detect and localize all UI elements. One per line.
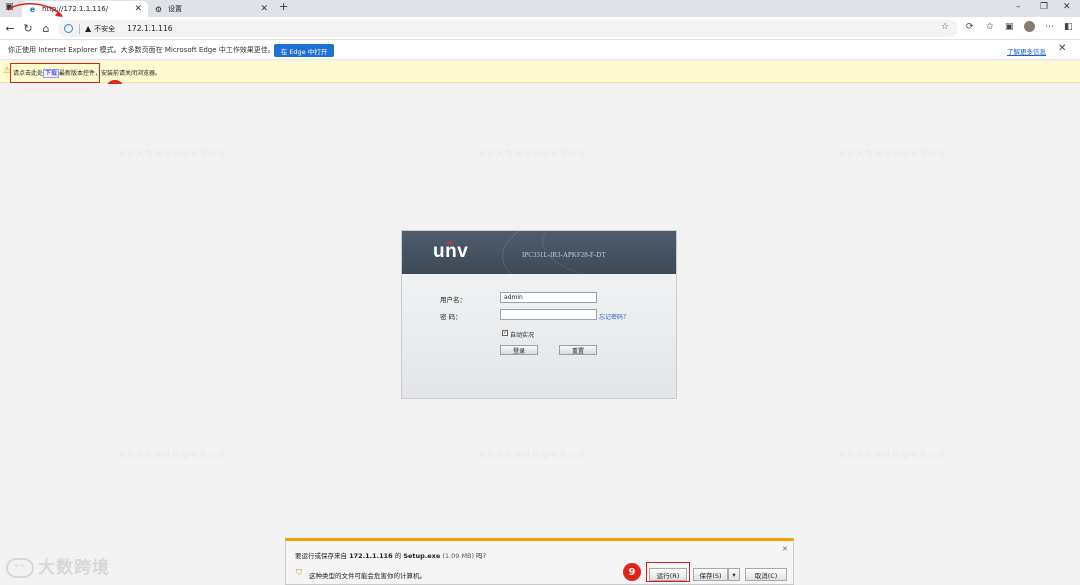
watermark: 北京大数跨境科技有限公司	[478, 451, 586, 460]
annotation-arrow	[7, 2, 63, 17]
download-question: 要运行或保存来自 172.1.1.116 的 Setup.exe (1.09 M…	[295, 550, 486, 560]
download-bar: 要运行或保存来自 172.1.1.116 的 Setup.exe (1.09 M…	[285, 538, 794, 585]
login-form: 用户名： admin 密 码： 忘记密码？ ✓ 自动实况 登录 重置	[402, 274, 676, 398]
question-suffix: 吗?	[476, 552, 487, 560]
learn-more-link[interactable]: 了解更多信息	[1007, 46, 1046, 56]
download-warning: 这种类型的文件可能会危害你的计算机。	[309, 572, 426, 580]
login-button[interactable]: 登录	[500, 345, 538, 355]
login-header: unv IPC331L-IR3-APKF28-F-DT	[402, 231, 676, 274]
brand-text: 大数跨境	[38, 558, 110, 578]
cancel-button[interactable]: 取消(C)	[745, 568, 787, 581]
save-button[interactable]: 保存(S)	[693, 568, 728, 581]
password-label: 密 码：	[440, 313, 462, 321]
device-model: IPC331L-IR3-APKF28-F-DT	[522, 251, 606, 259]
ie-notice-text: 你正使用 Internet Explorer 模式。大多数页面在 Microso…	[8, 46, 275, 54]
username-label: 用户名：	[440, 296, 466, 304]
username-input[interactable]: admin	[500, 292, 597, 303]
auto-live-label: 自动实况	[510, 332, 535, 339]
download-size: (1.09 MB)	[442, 552, 475, 560]
watermark: 北京大数跨境科技有限公司	[118, 149, 226, 158]
question-mid: 的	[394, 552, 402, 560]
unv-logo: unv	[433, 241, 469, 262]
close-icon[interactable]: ✕	[1058, 43, 1066, 54]
watermark: 北京大数跨境科技有限公司	[838, 451, 946, 460]
open-in-edge-button[interactable]: 在 Edge 中打开	[274, 44, 334, 57]
brand-watermark: ᵒᵒ 大数跨境	[6, 553, 110, 578]
download-host: 172.1.1.116	[349, 552, 393, 560]
close-icon[interactable]: ✕	[782, 545, 788, 553]
shield-warning-icon: ⛉	[296, 568, 302, 577]
reset-button[interactable]: 重置	[559, 345, 597, 355]
save-options-dropdown[interactable]: ▾	[728, 568, 740, 581]
forgot-password-link[interactable]: 忘记密码？	[599, 312, 629, 321]
step-marker-9: 9	[623, 563, 641, 581]
watermark: 北京大数跨境科技有限公司	[838, 149, 946, 158]
logo-accent	[447, 242, 452, 244]
plugin-notice: ⚠ 请点击此处 下载 最新版本控件，安装前请关闭浏览器。	[0, 61, 1080, 83]
auto-live-checkbox[interactable]: ✓	[502, 330, 508, 336]
watermark: 北京大数跨境科技有限公司	[478, 149, 586, 158]
annotation-box	[646, 562, 690, 582]
login-panel: unv IPC331L-IR3-APKF28-F-DT 用户名： admin 密…	[401, 230, 677, 399]
brand-logo-icon: ᵒᵒ	[6, 558, 34, 578]
watermark: 北京大数跨境科技有限公司	[118, 451, 226, 460]
question-prefix: 要运行或保存来自	[295, 552, 347, 560]
annotation-box	[10, 63, 100, 83]
download-filename: Setup.exe	[403, 552, 441, 560]
password-input[interactable]	[500, 309, 597, 320]
ie-mode-notice: 你正使用 Internet Explorer 模式。大多数页面在 Microso…	[0, 40, 1080, 60]
